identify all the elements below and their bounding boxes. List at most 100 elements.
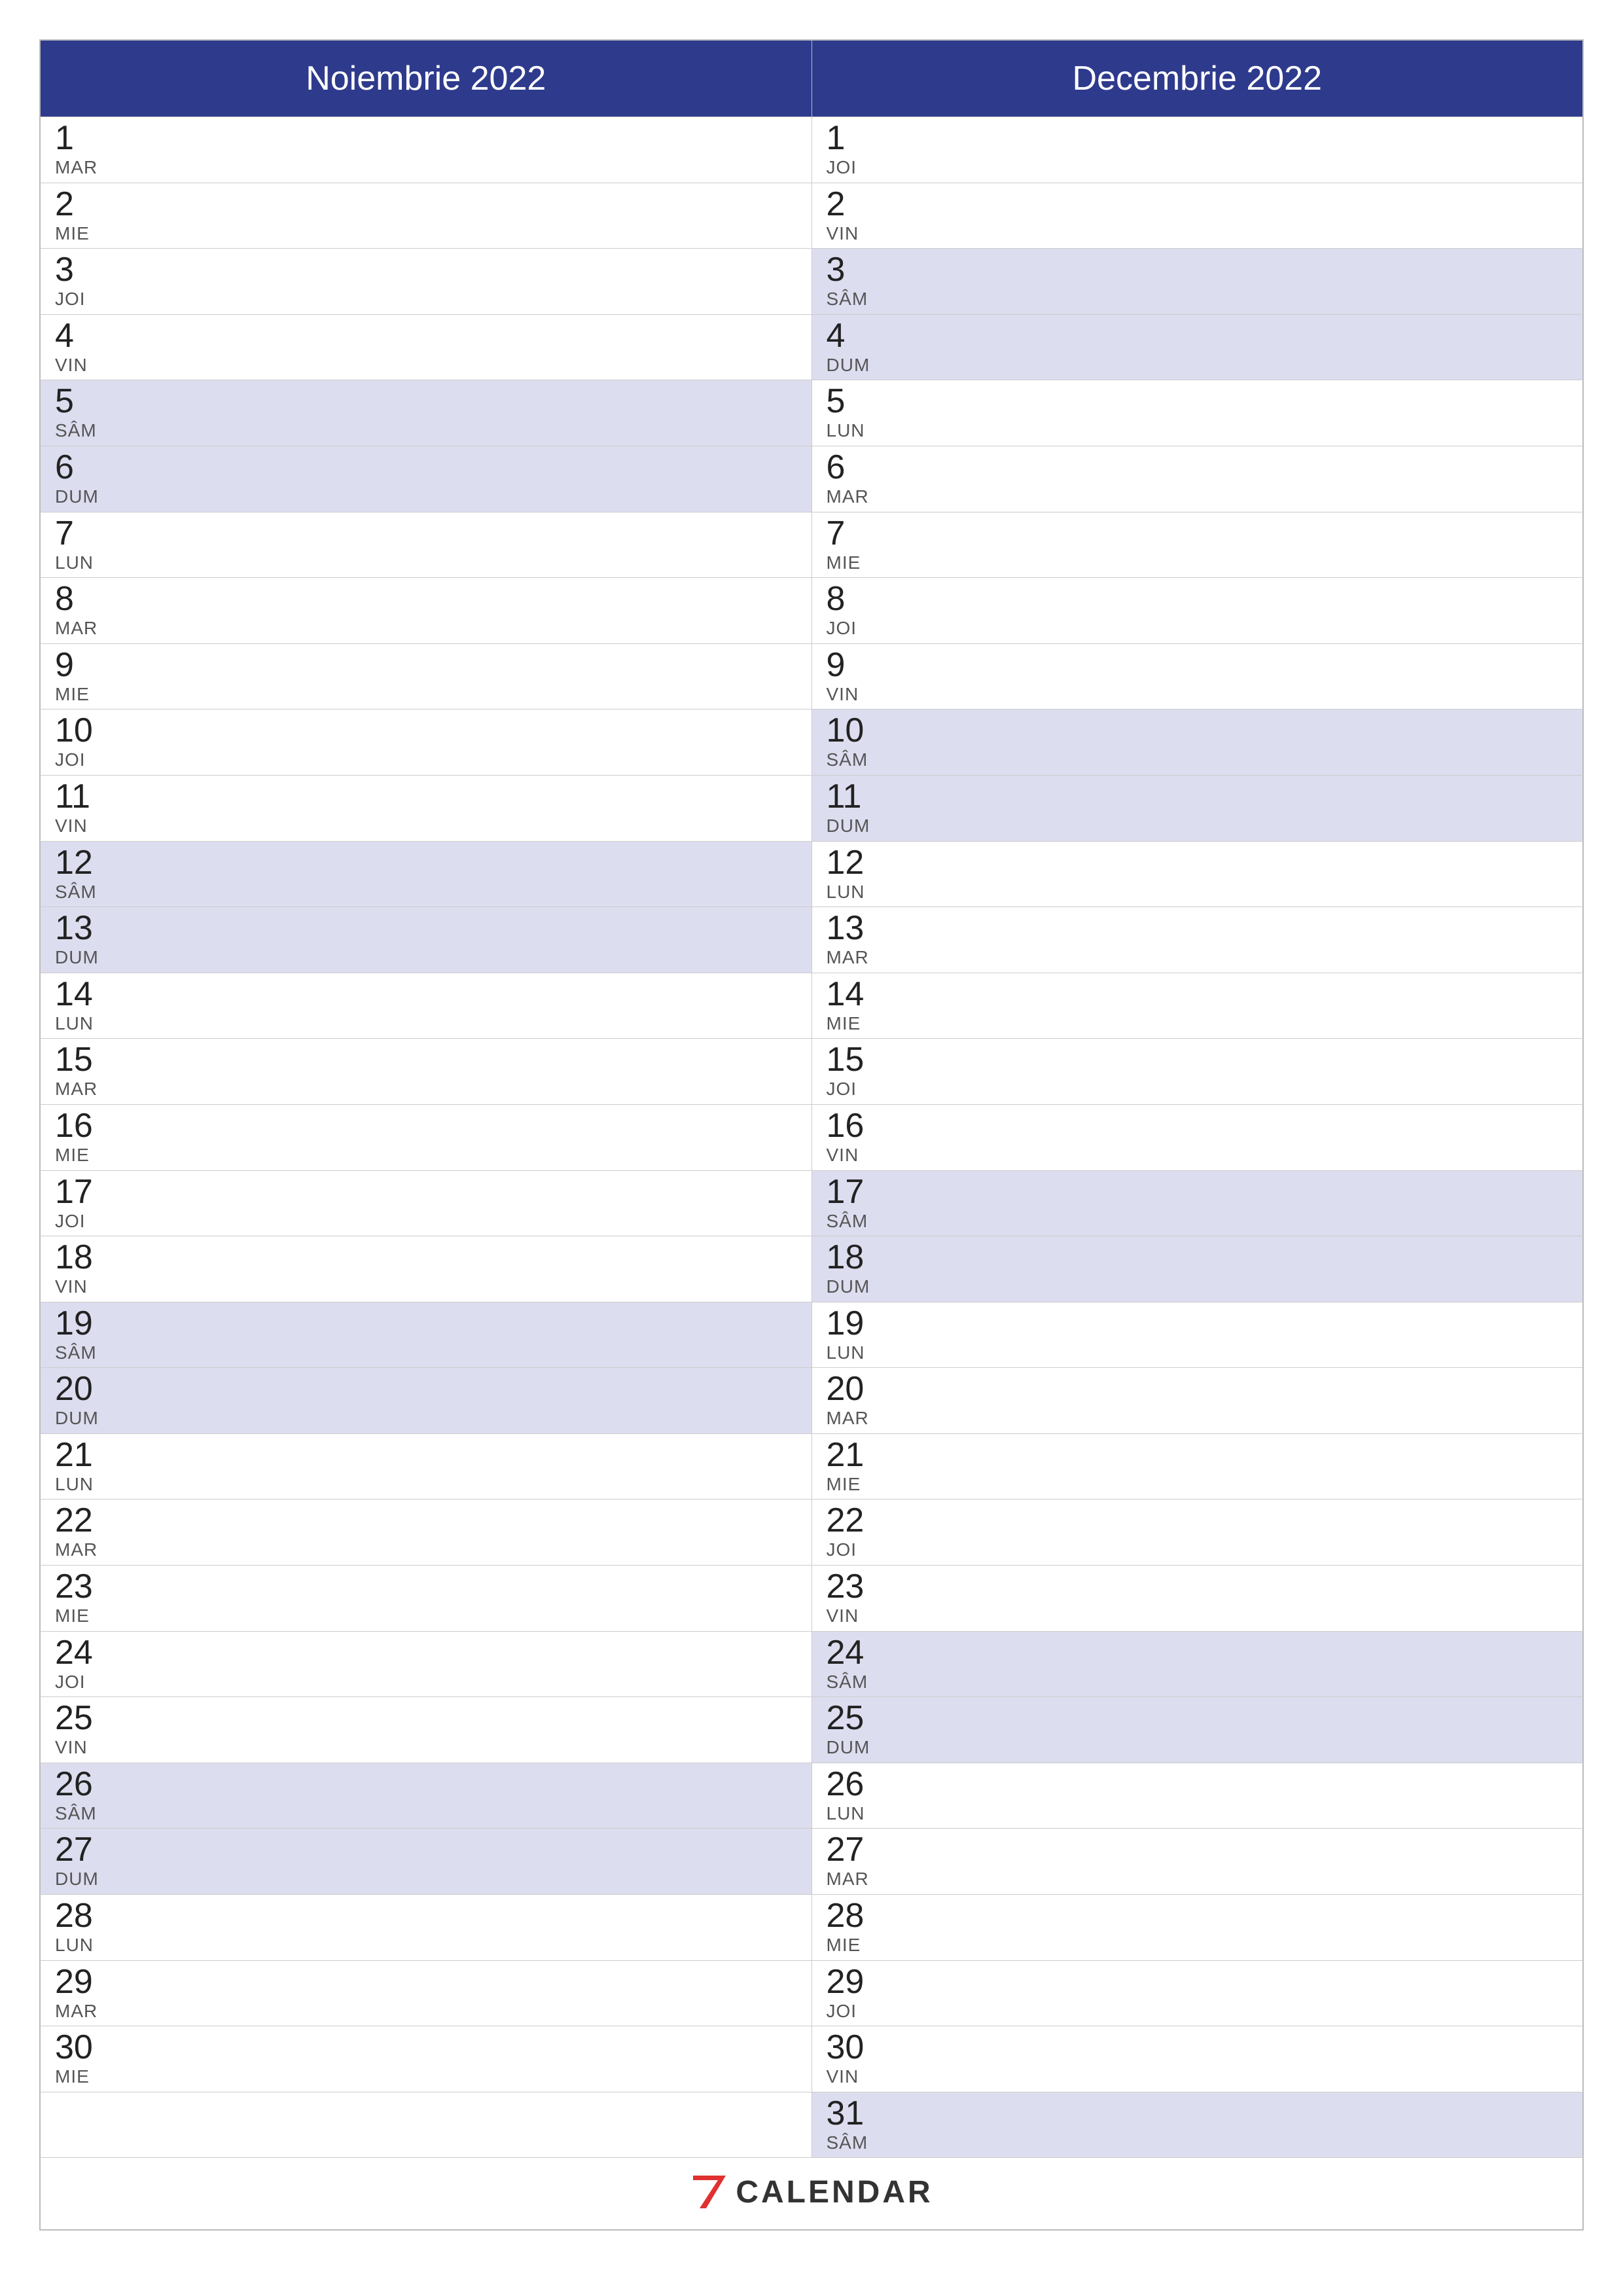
- day-number: 2: [827, 187, 1571, 221]
- nov-day-cell: 4VIN: [41, 314, 812, 380]
- day-name: MAR: [55, 2000, 800, 2022]
- day-number: 15: [55, 1043, 800, 1077]
- footer-logo: CALENDAR: [690, 2172, 933, 2212]
- day-number: 16: [827, 1109, 1571, 1143]
- day-number: 13: [55, 911, 800, 945]
- day-name: MAR: [827, 1868, 1571, 1890]
- day-number: 20: [55, 1372, 800, 1406]
- day-number: 5: [827, 384, 1571, 418]
- day-name: DUM: [55, 946, 800, 969]
- nov-day-cell: 9MIE: [41, 643, 812, 709]
- dec-day-cell: 12LUN: [812, 841, 1583, 907]
- dec-day-cell: 3SÂM: [812, 249, 1583, 315]
- day-number: 7: [827, 516, 1571, 550]
- day-number: 28: [55, 1899, 800, 1933]
- nov-day-cell: 25VIN: [41, 1697, 812, 1763]
- day-number: 6: [827, 450, 1571, 484]
- dec-day-cell: 21MIE: [812, 1433, 1583, 1499]
- dec-day-cell: 17SÂM: [812, 1170, 1583, 1236]
- day-number: 24: [55, 1636, 800, 1670]
- dec-day-cell: 25DUM: [812, 1697, 1583, 1763]
- day-name: MAR: [55, 156, 800, 179]
- day-number: 14: [827, 977, 1571, 1011]
- day-number: 1: [55, 121, 800, 155]
- day-number: 25: [55, 1701, 800, 1735]
- nov-day-cell: 24JOI: [41, 1631, 812, 1697]
- day-number: 13: [827, 911, 1571, 945]
- day-number: 12: [827, 846, 1571, 880]
- day-number: 25: [827, 1701, 1571, 1735]
- day-number: 19: [55, 1306, 800, 1340]
- day-name: SÂM: [55, 420, 800, 442]
- dec-day-cell: 27MAR: [812, 1829, 1583, 1895]
- day-name: MAR: [827, 946, 1571, 969]
- dec-day-cell: 30VIN: [812, 2026, 1583, 2092]
- nov-day-cell: 17JOI: [41, 1170, 812, 1236]
- nov-day-cell: 10JOI: [41, 709, 812, 776]
- day-name: LUN: [55, 1934, 800, 1956]
- day-name: VIN: [55, 1276, 800, 1298]
- day-name: JOI: [55, 288, 800, 310]
- day-name: MAR: [55, 617, 800, 639]
- day-number: 30: [827, 2030, 1571, 2064]
- day-number: 28: [827, 1899, 1571, 1933]
- dec-day-cell: 28MIE: [812, 1895, 1583, 1961]
- day-name: DUM: [55, 1868, 800, 1890]
- dec-day-cell: 14MIE: [812, 973, 1583, 1039]
- day-number: 10: [55, 713, 800, 747]
- day-number: 7: [55, 516, 800, 550]
- day-number: 20: [827, 1372, 1571, 1406]
- dec-day-cell: 26LUN: [812, 1763, 1583, 1829]
- day-name: JOI: [827, 156, 1571, 179]
- day-number: 11: [827, 780, 1571, 814]
- day-name: VIN: [827, 2066, 1571, 2088]
- day-number: 16: [55, 1109, 800, 1143]
- dec-day-cell: 10SÂM: [812, 709, 1583, 776]
- day-number: 12: [55, 846, 800, 880]
- nov-day-cell: 18VIN: [41, 1236, 812, 1302]
- day-name: SÂM: [827, 2132, 1571, 2154]
- day-name: DUM: [55, 1407, 800, 1429]
- day-number: 21: [827, 1438, 1571, 1472]
- nov-day-cell: 6DUM: [41, 446, 812, 512]
- day-name: MIE: [827, 1013, 1571, 1035]
- nov-day-cell: 22MAR: [41, 1499, 812, 1566]
- dec-day-cell: 20MAR: [812, 1368, 1583, 1434]
- day-name: MAR: [55, 1078, 800, 1100]
- day-number: 6: [55, 450, 800, 484]
- dec-day-cell: 2VIN: [812, 183, 1583, 249]
- nov-day-cell: 14LUN: [41, 973, 812, 1039]
- nov-day-cell: 26SÂM: [41, 1763, 812, 1829]
- day-number: 19: [827, 1306, 1571, 1340]
- dec-day-cell: 22JOI: [812, 1499, 1583, 1566]
- day-number: 15: [827, 1043, 1571, 1077]
- nov-day-cell: 13DUM: [41, 907, 812, 973]
- day-name: SÂM: [55, 1342, 800, 1364]
- calendar-container: Noiembrie 2022Decembrie 20221MAR1JOI2MIE…: [39, 39, 1584, 2231]
- dec-day-cell: 19LUN: [812, 1302, 1583, 1368]
- day-name: VIN: [827, 683, 1571, 706]
- dec-day-cell: 23VIN: [812, 1566, 1583, 1632]
- day-name: SÂM: [827, 1210, 1571, 1232]
- day-name: JOI: [55, 749, 800, 771]
- day-name: JOI: [827, 2000, 1571, 2022]
- day-name: SÂM: [827, 749, 1571, 771]
- day-number: 8: [827, 582, 1571, 616]
- day-name: MIE: [827, 1934, 1571, 1956]
- day-number: 3: [827, 253, 1571, 287]
- day-name: MIE: [55, 1605, 800, 1627]
- calendar-logo-text: CALENDAR: [736, 2174, 933, 2210]
- nov-day-cell: 5SÂM: [41, 380, 812, 446]
- day-name: JOI: [827, 617, 1571, 639]
- day-name: VIN: [55, 354, 800, 376]
- day-number: 31: [827, 2096, 1571, 2130]
- nov-day-cell: 29MAR: [41, 1960, 812, 2026]
- day-number: 24: [827, 1636, 1571, 1670]
- dec-day-cell: 24SÂM: [812, 1631, 1583, 1697]
- month-header: Noiembrie 2022: [41, 41, 812, 117]
- day-name: MAR: [827, 1407, 1571, 1429]
- nov-day-cell: 21LUN: [41, 1433, 812, 1499]
- day-name: VIN: [55, 815, 800, 837]
- nov-day-cell: 20DUM: [41, 1368, 812, 1434]
- day-number: 27: [55, 1833, 800, 1867]
